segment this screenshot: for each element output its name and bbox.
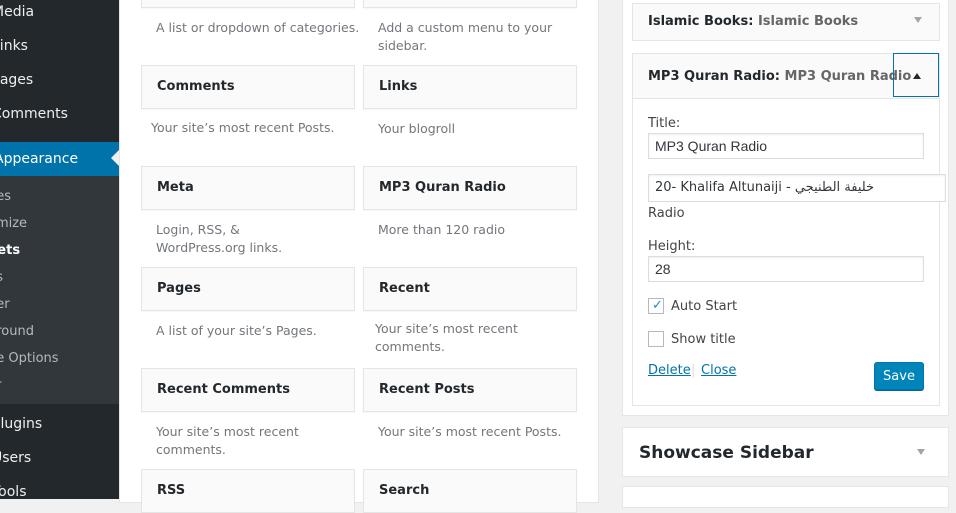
save-button[interactable]: Save: [874, 362, 924, 390]
widget-description: More than 120 radio: [378, 222, 506, 237]
menu-item-links[interactable]: Links: [0, 32, 28, 66]
close-link[interactable]: Close: [701, 363, 736, 378]
widget-recent-comments[interactable]: Recent Comments: [141, 368, 355, 412]
menu-item-media[interactable]: Media: [0, 0, 34, 32]
appearance-submenu: nes omize gets us der ground ne Options …: [0, 176, 119, 404]
widget-categories[interactable]: [141, 0, 355, 8]
widget-description: Your site’s most recent comments.: [375, 321, 518, 354]
menu-item-tools[interactable]: Tools: [0, 478, 27, 499]
menu-item-pages[interactable]: Pages: [0, 66, 33, 100]
submenu-header[interactable]: der: [0, 297, 10, 312]
checkmark-icon: ✓: [652, 298, 663, 313]
widget-pages[interactable]: Pages: [141, 267, 355, 311]
auto-start-label: Auto Start: [671, 299, 738, 314]
widget-description: Your blogroll: [378, 121, 456, 136]
widget-toggle-button[interactable]: [893, 53, 939, 97]
link-separator: |: [691, 363, 696, 378]
radio-label: Radio: [648, 206, 685, 221]
widget-mp3-quran-radio[interactable]: MP3 Quran Radio: [363, 166, 577, 210]
admin-menu: Media Links Pages Comments Appearance ne…: [0, 0, 119, 499]
submenu-theme-options[interactable]: ne Options: [0, 351, 59, 366]
radio-select[interactable]: 20- Khalifa Altunaiji - خليفة الطنيجي: [648, 174, 946, 202]
chevron-up-icon: [913, 73, 921, 79]
widget-description: Your site’s most recent Posts.: [378, 424, 562, 439]
height-input[interactable]: [648, 256, 924, 282]
widget-search[interactable]: Search: [363, 469, 577, 513]
widget-links[interactable]: Links: [363, 65, 577, 109]
widget-description: Login, RSS, & WordPress.org links.: [156, 222, 283, 255]
chevron-down-icon[interactable]: [917, 449, 925, 455]
widget-recent-posts[interactable]: Recent Posts: [363, 368, 577, 412]
submenu-background[interactable]: ground: [0, 324, 34, 339]
widget-description: Your site’s most recent Posts.: [151, 120, 335, 135]
menu-item-comments[interactable]: Comments: [0, 100, 68, 134]
submenu-editor[interactable]: or: [0, 378, 1, 393]
widget-mp3-quran-radio-expanded: [632, 53, 940, 406]
title-input[interactable]: [648, 133, 924, 159]
widget-description: Add a custom menu to your sidebar.: [378, 20, 553, 53]
submenu-themes[interactable]: nes: [0, 189, 11, 204]
show-title-label: Show title: [671, 332, 736, 347]
chevron-down-icon[interactable]: [914, 17, 922, 23]
menu-item-appearance[interactable]: Appearance: [0, 142, 119, 176]
submenu-menus[interactable]: us: [0, 270, 3, 285]
widget-mp3-header[interactable]: MP3 Quran Radio: MP3 Quran Radio: [632, 53, 940, 99]
showcase-sidebar[interactable]: Showcase Sidebar: [622, 427, 949, 477]
widget-description: A list or dropdown of categories.: [156, 20, 360, 35]
widget-rss[interactable]: RSS: [141, 469, 355, 513]
current-menu-arrow: [111, 150, 119, 166]
showcase-sidebar-title: Showcase Sidebar: [639, 443, 814, 463]
auto-start-checkbox[interactable]: ✓: [648, 298, 664, 314]
widget-comments[interactable]: Comments: [141, 65, 355, 109]
next-sidebar[interactable]: [622, 486, 949, 508]
menu-item-plugins[interactable]: Plugins: [0, 410, 42, 444]
widget-description: Your site’s most recent comments.: [156, 424, 299, 457]
show-title-checkbox[interactable]: [648, 331, 664, 347]
widget-meta[interactable]: Meta: [141, 166, 355, 210]
submenu-customize[interactable]: omize: [0, 216, 27, 231]
widget-islamic-books[interactable]: Islamic Books: Islamic Books: [632, 3, 940, 41]
height-label: Height:: [648, 239, 696, 254]
submenu-widgets[interactable]: gets: [0, 243, 20, 258]
widget-custom-menu[interactable]: [363, 0, 577, 8]
widget-description: A list of your site’s Pages.: [156, 323, 317, 338]
delete-link[interactable]: Delete: [648, 363, 691, 378]
widget-recent[interactable]: Recent: [363, 267, 577, 311]
title-label: Title:: [648, 116, 681, 131]
menu-item-users[interactable]: Users: [0, 444, 31, 478]
